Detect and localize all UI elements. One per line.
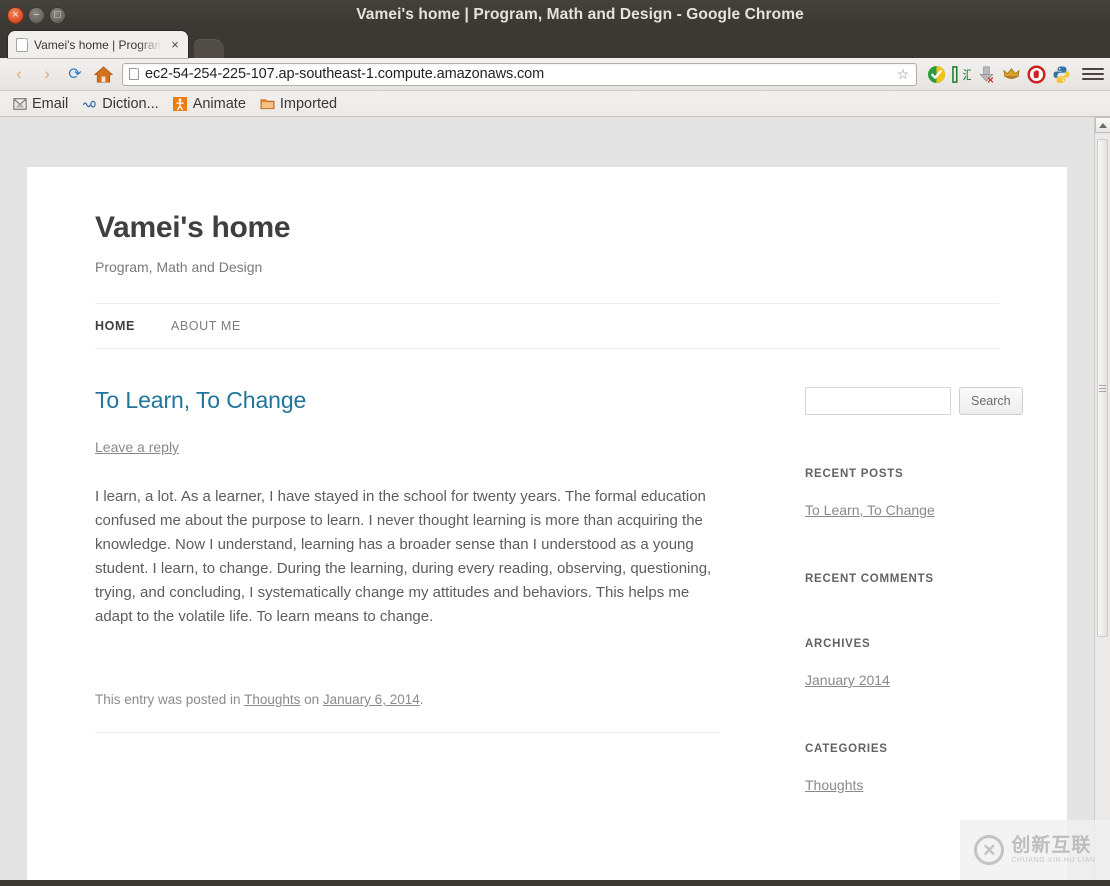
widget-archives: ARCHIVES January 2014: [805, 638, 1045, 690]
folder-icon: [260, 96, 275, 111]
adblock-icon[interactable]: [1025, 63, 1047, 85]
browser-toolbar: ‹ › ⟳ ec2-54-254-225-107.ap-southeast-1.…: [0, 58, 1110, 91]
site-description: Program, Math and Design: [95, 259, 263, 275]
browser-tab[interactable]: Vamei's home | Program, ×: [8, 31, 188, 58]
post-footer-suffix: .: [419, 692, 424, 707]
recent-post-link[interactable]: To Learn, To Change: [805, 502, 935, 518]
main-column: To Learn, To Change Leave a reply I lear…: [95, 387, 720, 809]
post-body: I learn, a lot. As a learner, I have sta…: [95, 488, 712, 625]
window-title: Vamei's home | Program, Math and Design …: [0, 6, 1110, 24]
post-meta-top: Leave a reply: [95, 439, 720, 455]
svg-text:汇: 汇: [962, 68, 971, 82]
archive-link[interactable]: January 2014: [805, 672, 890, 688]
back-icon[interactable]: ‹: [6, 61, 32, 87]
wot-shield-icon[interactable]: [925, 63, 947, 85]
widget-list: January 2014: [805, 672, 1045, 690]
bookmark-label: Diction...: [102, 95, 159, 112]
category-link[interactable]: Thoughts: [805, 777, 863, 793]
page-icon: [16, 37, 28, 52]
window-title-text: Vamei's home | Program, Math and Design …: [356, 6, 804, 23]
post-date-link[interactable]: January 6, 2014: [323, 692, 420, 707]
post-divider: [95, 732, 720, 733]
download-blocked-icon[interactable]: ×: [975, 63, 997, 85]
page-info-icon[interactable]: [129, 68, 139, 80]
list-item: Thoughts: [805, 777, 1045, 795]
bookmark-animate[interactable]: Animate: [167, 94, 252, 114]
vertical-scrollbar[interactable]: [1094, 117, 1110, 880]
site-nav: HOME ABOUT ME: [95, 303, 999, 349]
hamburger-line: [1082, 73, 1104, 75]
hamburger-line: [1082, 78, 1104, 80]
browser-window: × − □ Vamei's home | Program, Math and D…: [0, 0, 1110, 886]
window-close-button[interactable]: ×: [7, 6, 24, 24]
bookmark-label: Email: [32, 95, 69, 112]
site-content-card: Vamei's home Program, Math and Design HO…: [27, 167, 1067, 880]
sidebar: Search RECENT POSTS To Learn, To Change: [805, 387, 1045, 809]
window-maximize-button[interactable]: □: [49, 6, 66, 24]
widget-list: To Learn, To Change: [805, 502, 1045, 520]
widget-title: RECENT COMMENTS: [805, 573, 934, 585]
content-row: To Learn, To Change Leave a reply I lear…: [95, 349, 1023, 809]
bookmark-email[interactable]: Email: [6, 94, 74, 114]
page-viewport: Vamei's home Program, Math and Design HO…: [0, 117, 1110, 880]
bookmark-star-icon[interactable]: ☆: [894, 66, 912, 83]
scroll-up-button[interactable]: [1095, 117, 1110, 133]
chrome-menu-button[interactable]: [1082, 63, 1104, 85]
youdao-dictionary-icon[interactable]: 汇: [950, 63, 972, 85]
post-footer: This entry was posted in Thoughts on Jan…: [95, 692, 720, 707]
widget-title: ARCHIVES: [805, 638, 871, 650]
widget-title: RECENT POSTS: [805, 468, 904, 480]
window-controls: × − □: [7, 6, 66, 24]
nav-item-about-me[interactable]: ABOUT ME: [171, 319, 241, 333]
bookmark-label: Imported: [279, 95, 338, 112]
bookmark-folder-imported[interactable]: Imported: [254, 94, 343, 114]
bookmarks-bar: Email Diction... Animate Imported: [0, 91, 1110, 117]
nav-item-home[interactable]: HOME: [95, 319, 135, 333]
bookmark-label: Animate: [192, 95, 246, 112]
crown-icon[interactable]: [1000, 63, 1022, 85]
search-input[interactable]: [805, 387, 951, 415]
chevron-up-icon: [1099, 122, 1107, 128]
widget-recent-comments: RECENT COMMENTS: [805, 573, 1045, 585]
reload-icon[interactable]: ⟳: [62, 61, 88, 87]
widget-list: Thoughts: [805, 777, 1045, 795]
new-tab-button[interactable]: [194, 39, 224, 58]
post-title[interactable]: To Learn, To Change: [95, 387, 720, 414]
url-text: ec2-54-254-225-107.ap-southeast-1.comput…: [145, 66, 545, 82]
scrollbar-thumb[interactable]: [1097, 139, 1108, 637]
leave-a-reply-link[interactable]: Leave a reply: [95, 439, 179, 455]
window-titlebar: × − □ Vamei's home | Program, Math and D…: [0, 0, 1110, 30]
window-minimize-button[interactable]: −: [28, 6, 45, 24]
widget-recent-posts: RECENT POSTS To Learn, To Change: [805, 468, 1045, 520]
hamburger-line: [1082, 68, 1104, 70]
python-icon[interactable]: [1050, 63, 1072, 85]
search-button[interactable]: Search: [959, 387, 1023, 415]
search-widget: Search: [805, 387, 1045, 415]
close-icon[interactable]: ×: [168, 37, 182, 52]
mail-icon: [12, 96, 27, 111]
home-icon[interactable]: [90, 61, 116, 87]
widget-title: CATEGORIES: [805, 743, 888, 755]
address-bar[interactable]: ec2-54-254-225-107.ap-southeast-1.comput…: [122, 62, 917, 86]
post-category-link[interactable]: Thoughts: [244, 692, 300, 707]
post-footer-middle: on: [300, 692, 323, 707]
forward-icon[interactable]: ›: [34, 61, 60, 87]
bookmark-dictionary[interactable]: Diction...: [76, 94, 164, 114]
list-item: January 2014: [805, 672, 1045, 690]
scrollbar-grip-icon: [1099, 384, 1106, 392]
dictionary-icon: [82, 96, 97, 111]
tab-strip: Vamei's home | Program, ×: [0, 30, 1110, 58]
post-footer-prefix: This entry was posted in: [95, 692, 245, 707]
site-title: Vamei's home: [95, 211, 291, 244]
tab-title: Vamei's home | Program,: [34, 37, 166, 52]
widget-categories: CATEGORIES Thoughts: [805, 743, 1045, 795]
extension-icons: 汇 ×: [925, 63, 1074, 85]
list-item: To Learn, To Change: [805, 502, 1045, 520]
svg-text:×: ×: [986, 75, 994, 84]
animate-icon: [173, 96, 188, 111]
